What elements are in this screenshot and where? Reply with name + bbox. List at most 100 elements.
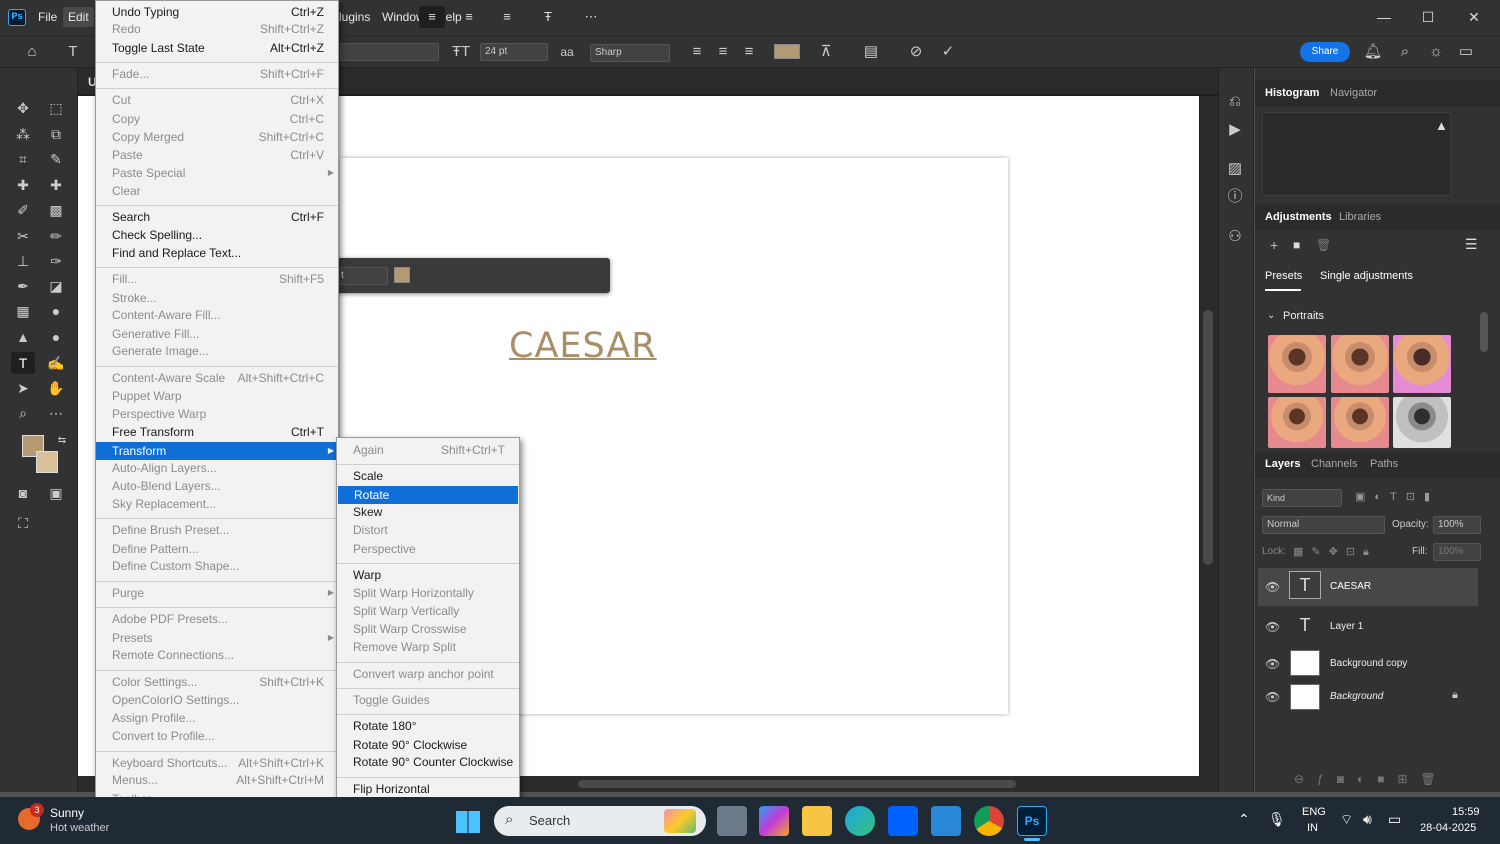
- menu-item[interactable]: Paste Special ▶: [96, 164, 338, 182]
- background-color-swatch[interactable]: [36, 451, 58, 473]
- menu-item[interactable]: Content-Aware Fill...: [96, 306, 338, 324]
- contextual-font-select[interactable]: t: [336, 267, 388, 285]
- dropbox-icon[interactable]: [888, 806, 918, 836]
- menu-item[interactable]: Auto-Align Layers...: [96, 459, 338, 477]
- eraser-tool-icon[interactable]: ◪: [44, 275, 68, 297]
- menu-item[interactable]: Purge ▶: [96, 584, 338, 602]
- tab-histogram[interactable]: Histogram: [1265, 87, 1319, 99]
- history-brush-tool-icon[interactable]: ✑: [44, 250, 68, 272]
- menu-item[interactable]: Paste Ctrl+V: [96, 146, 338, 164]
- menu-item[interactable]: Clear: [96, 182, 338, 200]
- quick-mask-icon[interactable]: ◙: [11, 482, 35, 504]
- contextual-align-center-icon[interactable]: ≡: [456, 6, 482, 28]
- menu-item[interactable]: Scale: [337, 467, 519, 485]
- warp-text-icon[interactable]: ⊼: [815, 41, 837, 63]
- generative-icon[interactable]: ⛶: [11, 512, 35, 534]
- blur-tool-icon[interactable]: ●: [44, 300, 68, 322]
- spot-healing-tool-icon[interactable]: ✚: [11, 174, 35, 196]
- art-history-brush-icon[interactable]: ✒: [11, 275, 35, 297]
- microphone-icon[interactable]: 🎙︎: [1268, 811, 1286, 828]
- warning-icon[interactable]: ▲: [1435, 118, 1448, 133]
- menu-item[interactable]: Puppet Warp: [96, 387, 338, 405]
- healing-brush-tool-icon[interactable]: ✐: [11, 199, 35, 221]
- menu-item[interactable]: Toggle Last State Alt+Ctrl+Z: [96, 39, 338, 57]
- eye-icon[interactable]: 👁︎: [1265, 657, 1280, 671]
- portrait-preset-thumbnail[interactable]: [1268, 397, 1326, 448]
- presets-scroll-thumb[interactable]: [1480, 312, 1488, 352]
- menu-item[interactable]: Flip Horizontal: [337, 780, 519, 798]
- swap-colors-icon[interactable]: ⇆: [50, 430, 74, 452]
- layer-name[interactable]: Layer 1: [1330, 621, 1363, 632]
- hand-tool-icon[interactable]: ✋: [44, 377, 68, 399]
- tab-adjustments[interactable]: Adjustments: [1265, 211, 1332, 223]
- search-icon[interactable]: ⌕: [1394, 41, 1416, 63]
- menu-item[interactable]: Define Custom Shape...: [96, 557, 338, 575]
- menu-item[interactable]: Copy Ctrl+C: [96, 110, 338, 128]
- menu-item[interactable]: Auto-Blend Layers...: [96, 477, 338, 495]
- battery-icon[interactable]: ▭: [1388, 811, 1401, 828]
- info-panel-icon[interactable]: ⓘ: [1224, 186, 1246, 208]
- minimize-button[interactable]: —: [1372, 8, 1396, 26]
- menu-item[interactable]: Cut Ctrl+X: [96, 91, 338, 109]
- menu-item[interactable]: Rotate: [338, 486, 518, 504]
- menu-item[interactable]: Perspective: [337, 540, 519, 558]
- mail-icon[interactable]: [931, 806, 961, 836]
- commit-edits-icon[interactable]: ✓: [937, 41, 959, 63]
- volume-icon[interactable]: 🔊︎: [1363, 811, 1372, 828]
- menu-item[interactable]: Assign Profile...: [96, 709, 338, 727]
- menu-item[interactable]: Perspective Warp: [96, 405, 338, 423]
- menu-item[interactable]: Adobe PDF Presets...: [96, 610, 338, 628]
- menu-item[interactable]: Fill... Shift+F5: [96, 270, 338, 288]
- menu-item[interactable]: Free Transform Ctrl+T: [96, 423, 338, 441]
- horizontal-scroll-thumb[interactable]: [578, 780, 1016, 788]
- menu-file[interactable]: File: [38, 10, 57, 24]
- menu-item[interactable]: Sky Replacement...: [96, 495, 338, 513]
- lock-options-icons[interactable]: ▦✎✥⊡🔒︎: [1293, 545, 1377, 559]
- blend-mode-select[interactable]: Normal: [1262, 516, 1385, 534]
- layer-kind-filter[interactable]: Kind: [1262, 489, 1342, 507]
- layer-name[interactable]: Background copy: [1330, 658, 1407, 669]
- menu-item[interactable]: Search Ctrl+F: [96, 208, 338, 226]
- align-right-icon[interactable]: ≡: [738, 41, 760, 63]
- menu-item[interactable]: Again Shift+Ctrl+T: [337, 441, 519, 459]
- object-select-tool-icon[interactable]: ⁂: [11, 123, 35, 145]
- dodge-tool-icon[interactable]: ▲: [11, 326, 35, 348]
- menu-item[interactable]: Rotate 90° Clockwise: [337, 736, 519, 754]
- eye-icon[interactable]: 👁︎: [1265, 690, 1280, 704]
- content-aware-move-icon[interactable]: ✂: [11, 225, 35, 247]
- actions-panel-icon[interactable]: ▶: [1224, 119, 1246, 141]
- tab-paths[interactable]: Paths: [1370, 458, 1398, 470]
- menu-item[interactable]: Menus... Alt+Shift+Ctrl+M: [96, 771, 338, 789]
- folder-icon[interactable]: ■: [1293, 238, 1300, 252]
- history-panel-icon[interactable]: ⎌: [1224, 91, 1246, 113]
- clock-date[interactable]: 28-04-2025: [1420, 822, 1476, 834]
- path-select-tool-icon[interactable]: ➤: [11, 377, 35, 399]
- eye-icon[interactable]: 👁︎: [1265, 580, 1280, 594]
- share-button[interactable]: Share: [1300, 42, 1350, 62]
- portraits-group-label[interactable]: Portraits: [1283, 310, 1324, 322]
- workspace-icon[interactable]: ▭: [1455, 41, 1477, 63]
- menu-item[interactable]: Generate Image...: [96, 342, 338, 360]
- font-style-select[interactable]: [340, 43, 439, 61]
- chevron-up-icon[interactable]: ⌃: [1238, 811, 1250, 828]
- bell-icon[interactable]: 🔔︎: [1362, 41, 1384, 63]
- text-color-swatch[interactable]: [774, 44, 800, 59]
- sponge-tool-icon[interactable]: ●: [44, 326, 68, 348]
- menu-item[interactable]: Distort: [337, 521, 519, 539]
- menu-item[interactable]: Generative Fill...: [96, 325, 338, 343]
- file-explorer-icon[interactable]: [802, 806, 832, 836]
- clone-stamp-tool-icon[interactable]: ⊥: [11, 250, 35, 272]
- opacity-input[interactable]: 100%: [1433, 516, 1481, 534]
- menu-item[interactable]: Undo Typing Ctrl+Z: [96, 3, 338, 21]
- photoshop-taskbar-icon[interactable]: Ps: [1017, 806, 1047, 836]
- weather-subtitle[interactable]: Hot weather: [50, 822, 109, 834]
- contextual-color-swatch[interactable]: [394, 267, 410, 283]
- type-tool-preset-icon[interactable]: T: [62, 41, 84, 63]
- menu-item[interactable]: Check Spelling...: [96, 226, 338, 244]
- discover-icon[interactable]: ☼: [1425, 41, 1447, 63]
- menu-item[interactable]: Stroke...: [96, 289, 338, 307]
- canvas-text-layer[interactable]: CAESAR: [509, 326, 657, 366]
- menu-item[interactable]: Presets ▶: [96, 629, 338, 647]
- type-tool-icon[interactable]: T: [11, 352, 35, 374]
- add-adjustment-icon[interactable]: +: [1270, 237, 1278, 253]
